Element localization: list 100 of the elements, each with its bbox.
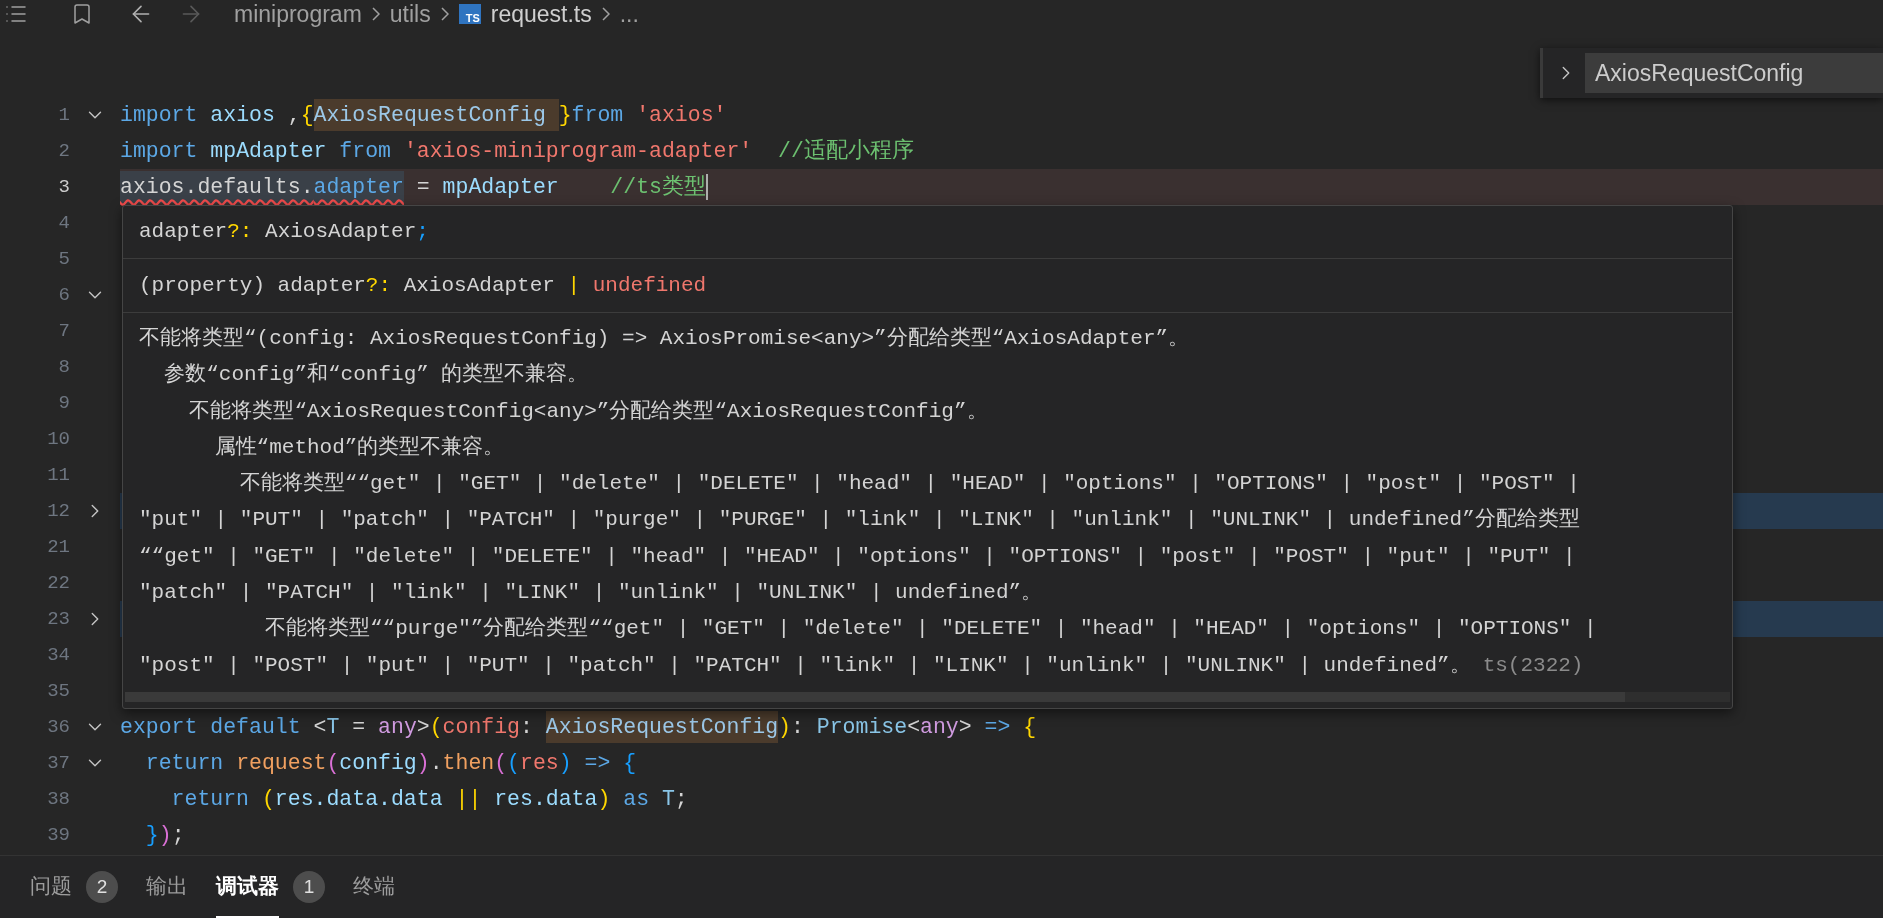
error-message-line: "post" | "POST" | "put" | "PUT" | "patch" | "PATCH" | "link" | "LINK" | "unlink" | "UNLINK" | undefined”。	[139, 652, 1471, 679]
code-token: from	[571, 101, 625, 129]
code-token: 'axios-miniprogram-adapter'	[403, 137, 753, 165]
panel-tab[interactable]: 终端	[353, 856, 395, 918]
code-token: :	[520, 713, 534, 741]
line-number: 6	[57, 282, 70, 308]
code-token: =>	[583, 749, 612, 777]
line-number: 22	[46, 570, 70, 596]
code-token: AxiosAdapter	[402, 272, 556, 299]
error-message-line: "patch" | "PATCH" | "link" | "LINK" | "unlink" | "UNLINK" | undefined”。	[139, 580, 1043, 607]
line-number: 36	[46, 714, 70, 740]
code-token: AxiosAdapter	[264, 219, 417, 246]
line-number: 21	[46, 534, 70, 560]
panel-tab[interactable]: 问题	[30, 856, 72, 918]
code-token: request	[236, 749, 327, 777]
code-token: T	[326, 713, 340, 741]
code-token: |	[567, 272, 582, 299]
line-number: 1	[57, 102, 70, 128]
code-token: import	[120, 101, 198, 129]
code-token: (property) adapter	[139, 272, 366, 299]
error-message-line: "put" | "PUT" | "patch" | "PATCH" | "purge" | "PURGE" | "link" | "LINK" | "unlink" | "UNLINK" | undefined”分配给类型	[139, 506, 1580, 534]
code-token: adapter	[313, 170, 404, 204]
breadcrumb-item[interactable]: miniprogram	[234, 0, 362, 32]
code-token: }	[144, 821, 159, 849]
code-token: axios	[209, 101, 276, 129]
code-token: as	[622, 785, 651, 813]
code-token: then	[442, 749, 495, 777]
code-token: )	[158, 821, 172, 849]
error-message-line: 不能将类型““get" | "GET" | "delete" | "DELETE" | "head" | "HEAD" | "options" | "OPTIONS" | "post" | "POST" |	[238, 470, 1580, 498]
code-token: any	[378, 713, 417, 741]
code-token: ,	[287, 101, 301, 129]
code-token: >	[416, 713, 430, 741]
line-number: 34	[46, 642, 70, 668]
code-token: adapter	[139, 219, 228, 246]
code-token: (	[507, 749, 520, 777]
line-number: 35	[46, 678, 70, 704]
code-token: )	[778, 713, 791, 741]
code-token: ?:	[227, 219, 253, 246]
line-number: 4	[57, 210, 70, 236]
line-number: 39	[46, 822, 70, 848]
line-number: 3	[57, 174, 70, 200]
line-number: 8	[57, 354, 70, 380]
separator-chevron-icon	[601, 7, 610, 21]
line-number: 10	[46, 426, 70, 452]
text-cursor	[705, 174, 708, 200]
code-token: {	[300, 101, 314, 129]
code-token: )	[558, 749, 572, 777]
find-field[interactable]: AxiosRequestConfig	[1585, 53, 1883, 93]
line-number: 11	[46, 462, 70, 488]
separator-chevron-icon	[371, 7, 380, 21]
code-token: config	[339, 749, 417, 777]
line-number: 37	[46, 750, 70, 776]
code-token: //ts类型	[609, 173, 706, 201]
code-token: <	[313, 713, 327, 741]
code-token: res	[520, 749, 559, 777]
code-token: any	[920, 713, 959, 741]
code-token: =	[351, 713, 367, 741]
line-number: 12	[46, 498, 70, 524]
code-token: )	[597, 785, 611, 813]
error-message-line: 不能将类型“(config: AxiosRequestConfig) => AxiosPromise<any>”分配给类型“AxiosAdapter”。	[139, 325, 1190, 352]
code-token: mpAdapter	[209, 137, 328, 165]
error-message-line: 不能将类型“AxiosRequestConfig<any>”分配给类型“AxiosRequestConfig”。	[188, 398, 988, 425]
code-token: <	[907, 713, 921, 741]
breadcrumb-item[interactable]: ...	[619, 0, 639, 32]
code-token: 'axios'	[636, 101, 727, 129]
code-token: mpAdapter	[442, 173, 559, 201]
code-token: Promise	[816, 713, 908, 741]
panel-tab[interactable]: 输出	[146, 856, 188, 918]
code-token: from	[339, 137, 392, 165]
code-token: return	[144, 749, 225, 777]
code-token: AxiosRequestConfig	[545, 710, 779, 744]
code-token: import	[120, 137, 198, 165]
code-token: //适配小程序	[777, 137, 914, 165]
error-code: ts(2322)	[1482, 652, 1584, 679]
line-number: 9	[57, 390, 70, 416]
code-token: (	[326, 749, 340, 777]
breadcrumb-item[interactable]: utils	[389, 0, 431, 32]
code-token: res.data	[493, 785, 598, 813]
breadcrumb-item[interactable]: request.ts	[490, 0, 592, 32]
code-token: =>	[984, 713, 1012, 741]
count-badge: 2	[86, 871, 118, 903]
error-message-line: 属性“method”的类型不兼容。	[213, 434, 505, 461]
code-token: (	[494, 749, 508, 777]
line-number: 5	[57, 246, 70, 272]
typescript-file-icon: TS	[458, 4, 481, 24]
code-token: undefined	[592, 272, 707, 299]
code-token: =	[415, 173, 431, 201]
line-number: 38	[46, 786, 70, 812]
code-token: res.data.data	[274, 785, 444, 813]
count-badge: 1	[293, 871, 325, 903]
code-token: {	[623, 749, 637, 777]
panel-tab[interactable]: 调试器	[216, 856, 279, 918]
code-token: axios.defaults.	[120, 170, 314, 204]
code-token: (	[261, 785, 275, 813]
code-token: ;	[171, 821, 185, 849]
code-token: }	[558, 101, 572, 129]
error-message-line: 参数“config”和“config” 的类型不兼容。	[163, 361, 589, 389]
code-token: ;	[416, 219, 429, 246]
code-token: ;	[674, 785, 688, 813]
separator-chevron-icon	[440, 7, 449, 21]
